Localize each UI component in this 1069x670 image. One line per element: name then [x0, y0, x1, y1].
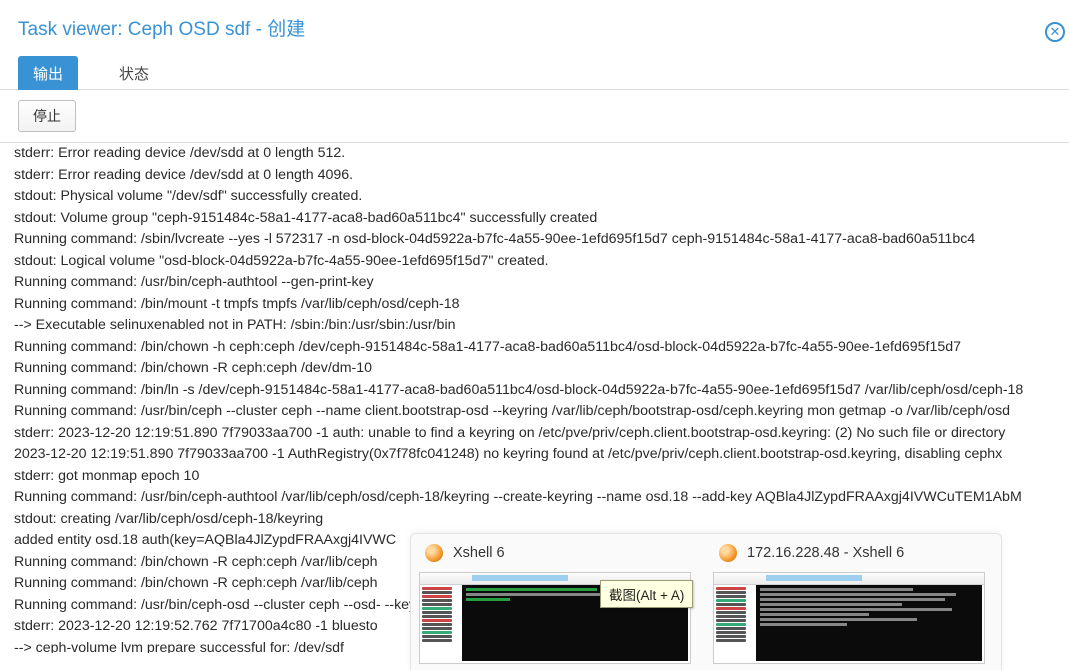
thumbnail-xshell-2[interactable]: 172.16.228.48 - Xshell 6 [713, 540, 993, 664]
stop-button[interactable]: 停止 [18, 100, 76, 132]
thumbnail-label: Xshell 6 [453, 545, 505, 561]
close-icon[interactable]: ✕ [1045, 22, 1065, 42]
toolbar: 停止 [0, 90, 1069, 143]
log-line: stderr: Error reading device /dev/sdd at… [14, 143, 1055, 165]
titlebar: Task viewer: Ceph OSD sdf - 创建 ✕ [0, 0, 1069, 49]
log-line: Running command: /usr/bin/ceph-authtool … [14, 272, 1055, 294]
log-line: stderr: 2023-12-20 12:19:51.890 7f79033a… [14, 423, 1055, 445]
log-line: Running command: /usr/bin/ceph-authtool … [14, 487, 1055, 509]
screenshot-tooltip: 截图(Alt + A) [600, 580, 693, 608]
xshell-icon [719, 544, 737, 562]
log-line: stdout: Logical volume "osd-block-04d592… [14, 251, 1055, 273]
log-line: stdout: creating /var/lib/ceph/osd/ceph-… [14, 509, 1055, 531]
log-line: Running command: /bin/chown -R ceph:ceph… [14, 358, 1055, 380]
tab-bar: 输出 状态 [0, 49, 1069, 90]
log-line: Running command: /sbin/lvcreate --yes -l… [14, 229, 1055, 251]
xshell-icon [425, 544, 443, 562]
log-line: stdout: Volume group "ceph-9151484c-58a1… [14, 208, 1055, 230]
log-line: Running command: /bin/mount -t tmpfs tmp… [14, 294, 1055, 316]
log-line: stderr: Error reading device /dev/sdd at… [14, 165, 1055, 187]
thumbnail-preview [713, 572, 985, 664]
tab-status[interactable]: 状态 [104, 56, 164, 90]
log-line: stdout: Physical volume "/dev/sdf" succe… [14, 186, 1055, 208]
log-line: Running command: /bin/chown -h ceph:ceph… [14, 337, 1055, 359]
log-line: Running command: /bin/ln -s /dev/ceph-91… [14, 380, 1055, 402]
log-line: stderr: got monmap epoch 10 [14, 466, 1055, 488]
tab-output[interactable]: 输出 [18, 56, 78, 90]
task-viewer-window: Task viewer: Ceph OSD sdf - 创建 ✕ 输出 状态 停… [0, 0, 1069, 670]
taskbar-thumbnails: Xshell 6 172.16.228.48 - Xshell 6 [410, 533, 1002, 670]
window-title: Task viewer: Ceph OSD sdf - 创建 [18, 14, 305, 41]
log-line: --> Executable selinuxenabled not in PAT… [14, 315, 1055, 337]
thumbnail-label: 172.16.228.48 - Xshell 6 [747, 545, 904, 561]
log-line: Running command: /usr/bin/ceph --cluster… [14, 401, 1055, 423]
log-line: 2023-12-20 12:19:51.890 7f79033aa700 -1 … [14, 444, 1055, 466]
